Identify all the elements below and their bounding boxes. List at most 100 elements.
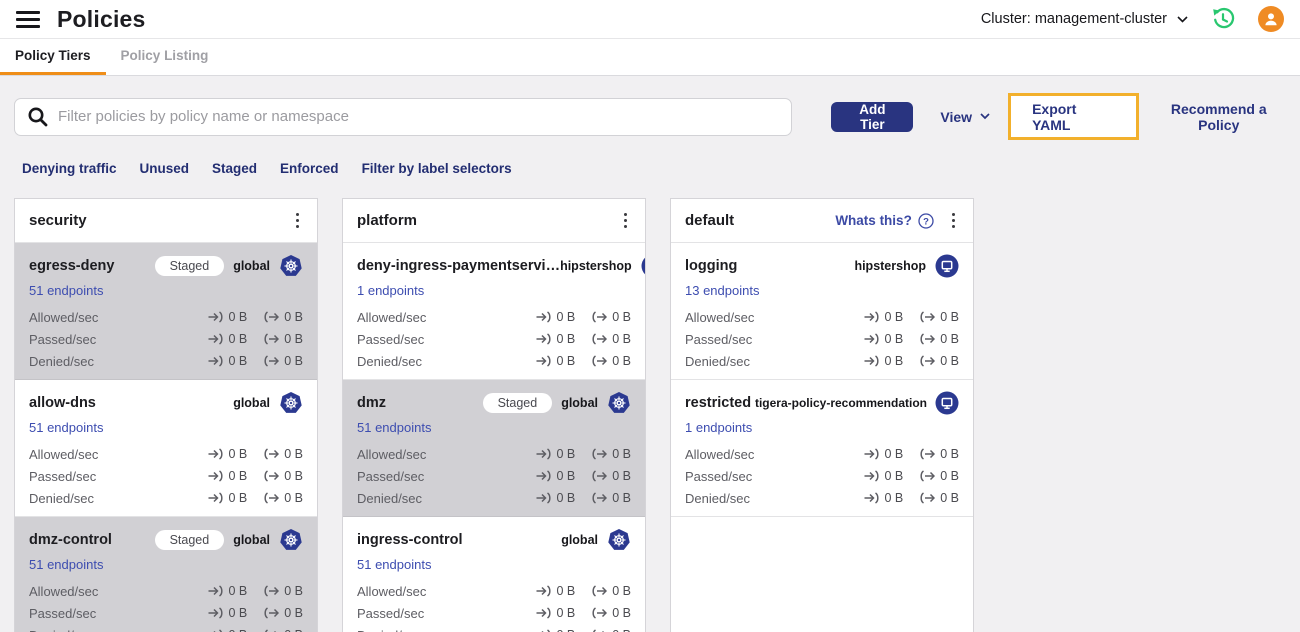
ingress-traffic-icon [208,585,224,597]
view-dropdown-label: View [940,108,973,125]
ingress-traffic-icon [208,470,224,482]
metric-in-value: 0 B [228,469,248,483]
kubernetes-icon [279,254,303,278]
staged-badge: Staged [154,256,225,276]
endpoints-link[interactable]: 13 endpoints [685,283,759,298]
egress-traffic-icon [920,492,935,504]
metric-out-value: 0 B [612,332,631,346]
metric-label: Allowed/sec [357,309,427,325]
metric-in-value: 0 B [884,447,904,461]
chevron-down-icon [1177,15,1188,23]
endpoints-link[interactable]: 51 endpoints [357,557,431,572]
policy-card-dmz[interactable]: dmz Staged global 51 endpoints Allowed/s… [343,380,645,517]
tier-menu-icon[interactable] [620,209,631,232]
search-icon [28,107,48,126]
policy-card-deny-ingress-paymentservice[interactable]: deny-ingress-paymentservi… hipstershop 1… [343,243,645,380]
namespace-icon [935,254,959,278]
tier-column-platform: platform deny-ingress-paymentservi… hips… [342,198,646,632]
metric-label: Allowed/sec [29,583,99,599]
add-tier-button[interactable]: Add Tier [831,101,914,132]
metric-label: Passed/sec [29,468,97,484]
filter-staged[interactable]: Staged [212,161,257,176]
policy-card-egress-deny[interactable]: egress-deny Staged global 51 endpoints A… [15,243,317,380]
endpoints-link[interactable]: 51 endpoints [357,420,431,435]
metric-out-value: 0 B [284,491,303,505]
view-dropdown-button[interactable]: View [940,109,990,125]
user-avatar[interactable] [1258,6,1284,32]
egress-traffic-icon [920,448,935,460]
egress-traffic-icon [592,607,607,619]
policy-scope: global [233,396,270,410]
ingress-traffic-icon [864,311,880,323]
ingress-traffic-icon [208,311,224,323]
tier-menu-icon[interactable] [948,209,959,232]
history-icon[interactable] [1210,6,1236,32]
egress-traffic-icon [592,492,607,504]
endpoints-link[interactable]: 51 endpoints [29,420,103,435]
policy-scope: hipstershop [560,259,632,273]
ingress-traffic-icon [208,492,224,504]
policy-scope: global [233,533,270,547]
endpoints-link[interactable]: 1 endpoints [685,420,752,435]
policy-scope: hipstershop [854,259,926,273]
ingress-traffic-icon [536,311,552,323]
tier-title: security [29,212,87,229]
ingress-traffic-icon [536,492,552,504]
metric-out-value: 0 B [612,469,631,483]
ingress-traffic-icon [864,355,880,367]
metric-out-value: 0 B [612,606,631,620]
egress-traffic-icon [264,448,279,460]
ingress-traffic-icon [536,355,552,367]
metric-in-value: 0 B [228,491,248,505]
filter-label-selectors[interactable]: Filter by label selectors [362,161,512,176]
policy-card-ingress-control[interactable]: ingress-control global 51 endpoints Allo… [343,517,645,632]
filter-unused[interactable]: Unused [140,161,190,176]
metric-out-value: 0 B [612,628,631,632]
metric-label: Denied/sec [29,490,95,506]
policy-name: ingress-control [357,532,463,548]
filter-enforced[interactable]: Enforced [280,161,339,176]
hamburger-menu-icon[interactable] [16,10,40,28]
metric-in-value: 0 B [228,584,248,598]
export-yaml-button[interactable]: Export YAML [1008,93,1139,140]
cluster-selector[interactable]: Cluster: management-cluster [981,11,1188,27]
endpoints-link[interactable]: 1 endpoints [357,283,424,298]
tab-policy-listing[interactable]: Policy Listing [106,39,224,75]
metric-label: Denied/sec [357,628,422,632]
metric-label: Denied/sec [685,353,751,369]
metric-out-value: 0 B [284,310,303,324]
policy-filter-input[interactable] [58,108,780,125]
tab-policy-tiers[interactable]: Policy Tiers [0,39,106,75]
metric-out-value: 0 B [940,469,959,483]
tier-menu-icon[interactable] [292,209,303,232]
policy-card-dmz-control[interactable]: dmz-control Staged global 51 endpoints A… [15,517,317,632]
metric-label: Passed/sec [357,468,425,484]
metric-out-value: 0 B [612,447,631,461]
egress-traffic-icon [592,355,607,367]
metric-label: Allowed/sec [685,309,755,325]
policy-name: logging [685,258,738,274]
filter-denying-traffic[interactable]: Denying traffic [22,161,117,176]
metric-label: Allowed/sec [357,446,427,462]
policy-card-logging[interactable]: logging hipstershop 13 endpoints Allowed… [671,243,973,380]
ingress-traffic-icon [536,607,552,619]
recommend-policy-button[interactable]: Recommend a Policy [1152,101,1286,133]
policy-card-restricted[interactable]: restricted tigera-policy-recommendation … [671,380,973,517]
policy-name: dmz [357,395,386,411]
whats-this-link[interactable]: Whats this? ? [835,212,934,229]
metric-label: Passed/sec [685,468,753,484]
endpoints-link[interactable]: 51 endpoints [29,557,103,572]
metric-in-value: 0 B [884,332,904,346]
policy-card-allow-dns[interactable]: allow-dns global 51 endpoints Allowed/se… [15,380,317,517]
metric-in-value: 0 B [556,354,576,368]
metric-in-value: 0 B [228,310,248,324]
metric-in-value: 0 B [884,469,904,483]
tier-header: security [15,199,317,243]
metric-in-value: 0 B [228,447,248,461]
metric-in-value: 0 B [228,606,248,620]
search-box[interactable] [14,97,793,136]
endpoints-link[interactable]: 51 endpoints [29,283,103,298]
egress-traffic-icon [264,492,279,504]
metric-out-value: 0 B [612,491,631,505]
metric-out-value: 0 B [612,310,631,324]
